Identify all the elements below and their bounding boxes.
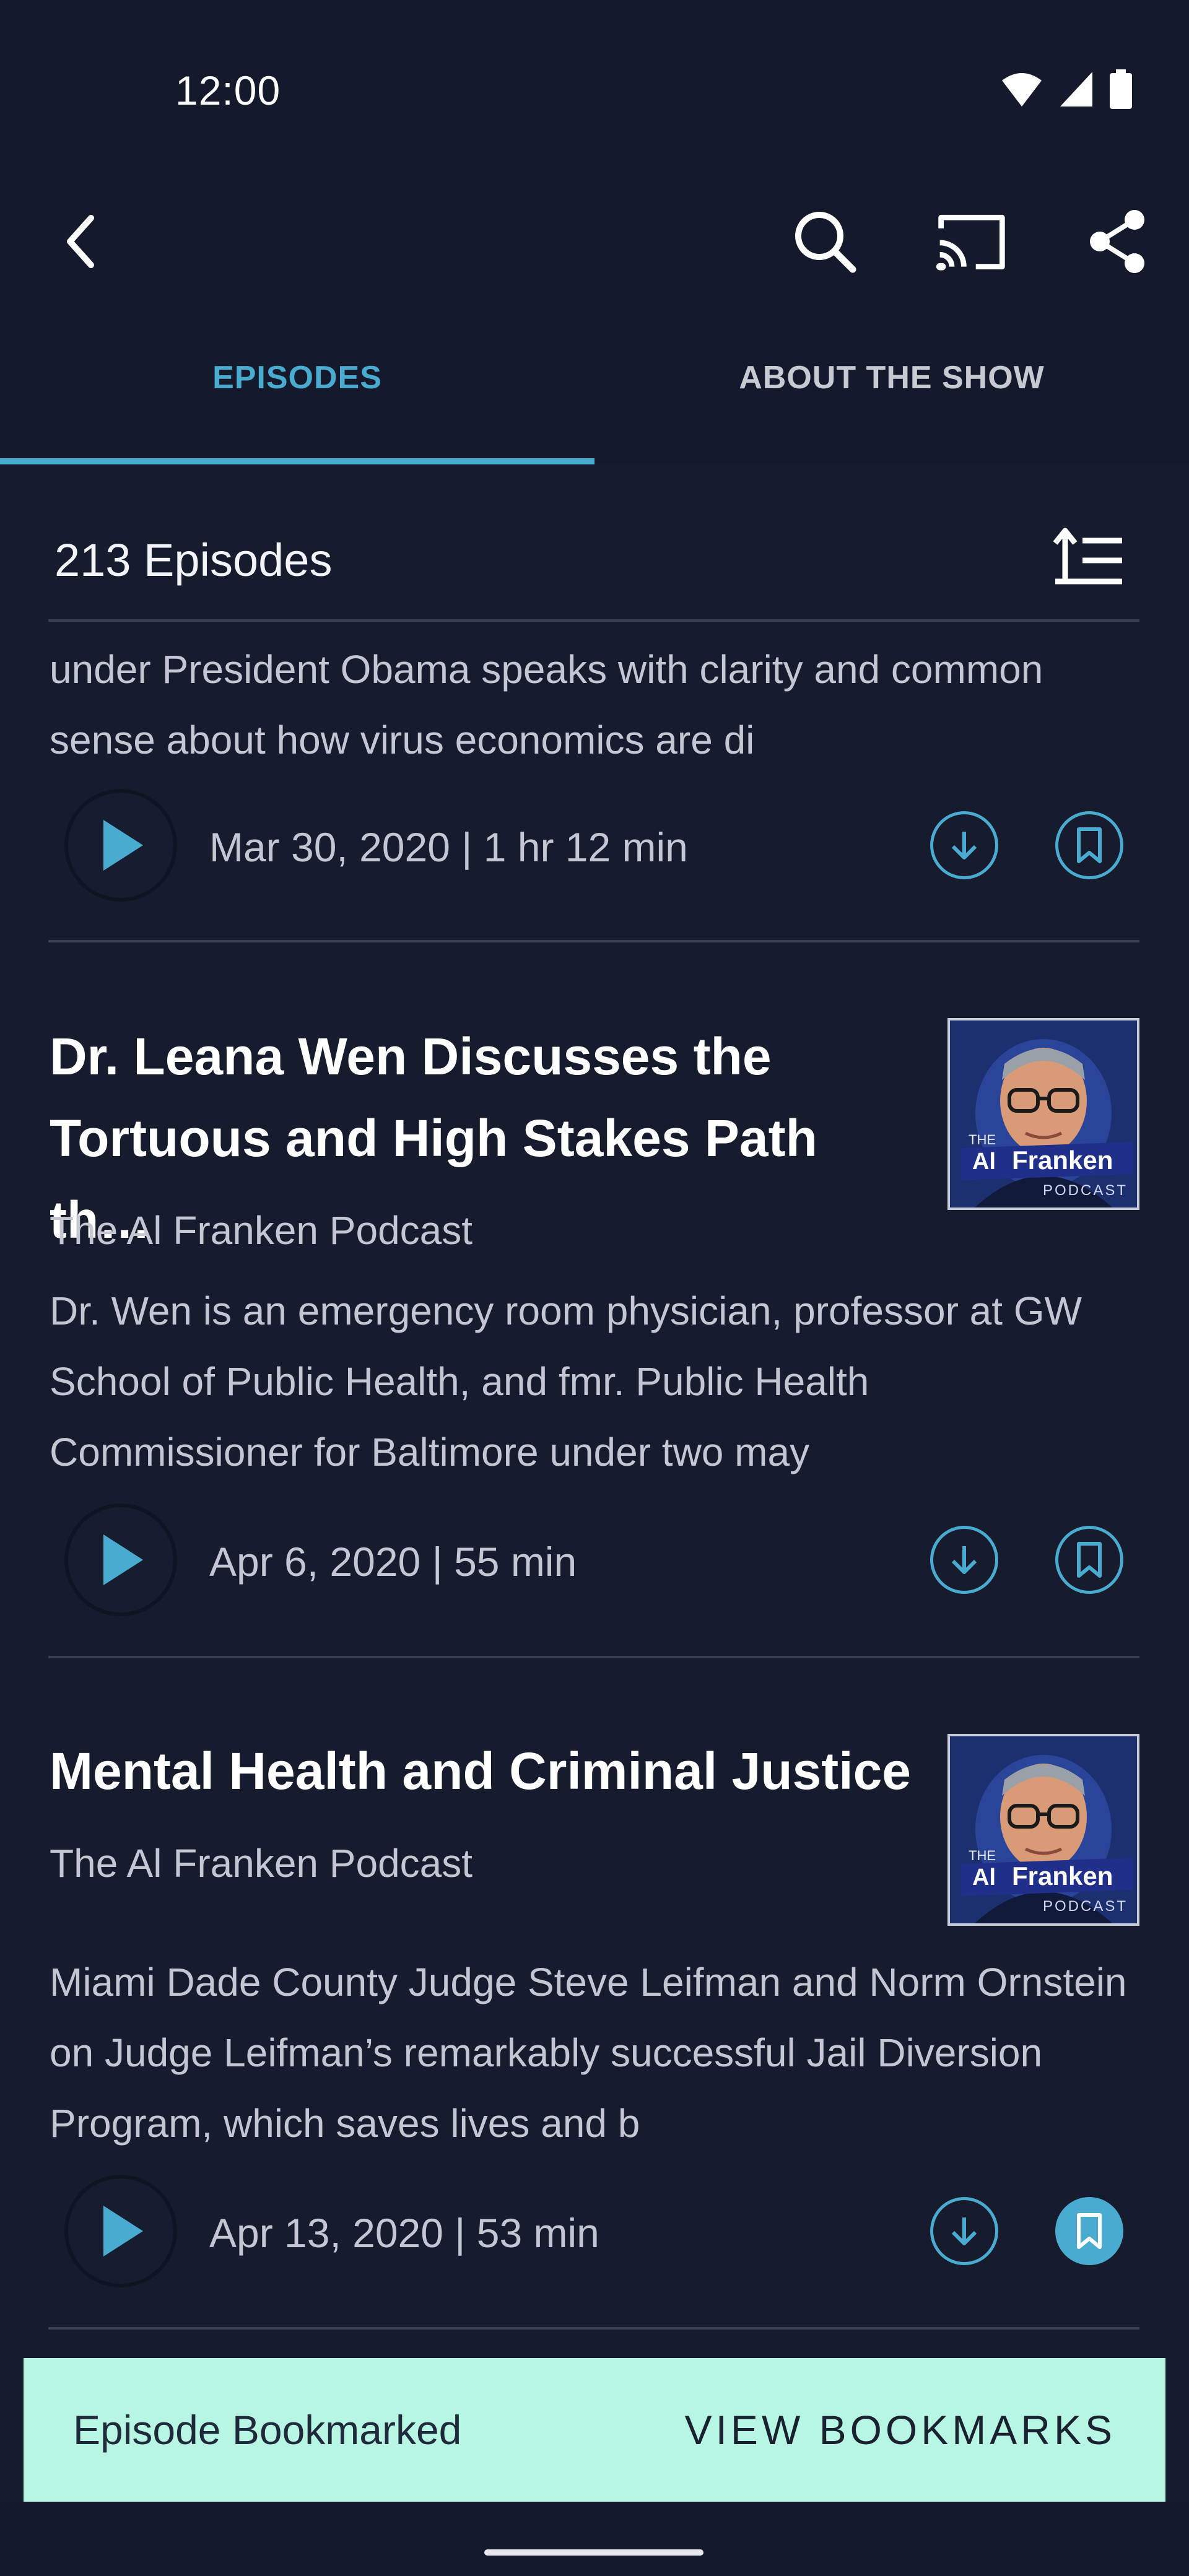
- play-icon: [103, 1534, 143, 1585]
- sort-icon: [1053, 528, 1122, 585]
- play-button[interactable]: [64, 1503, 177, 1616]
- battery-icon: [1110, 69, 1132, 109]
- artwork-label-al: Al: [972, 1149, 996, 1175]
- download-button[interactable]: [930, 2197, 998, 2265]
- download-icon: [951, 1546, 977, 1574]
- episode-count: 213 Episodes: [54, 534, 333, 586]
- snackbar-message: Episode Bookmarked: [73, 2407, 462, 2453]
- episode-description: Dr. Wen is an emergency room physician, …: [50, 1289, 1082, 1474]
- toolbar: [0, 180, 1189, 291]
- episode-meta: Apr 13, 2020 | 53 min: [209, 2210, 599, 2256]
- tab-bar: EPISODES ABOUT THE SHOW: [0, 291, 1189, 464]
- cellular-signal-icon: [1060, 72, 1092, 107]
- snackbar: Episode Bookmarked VIEW BOOKMARKS: [24, 2358, 1165, 2502]
- sort-button[interactable]: [1045, 520, 1132, 594]
- download-icon: [951, 2217, 977, 2245]
- status-icons: [1001, 69, 1132, 109]
- status-bar: 12:00: [0, 0, 1189, 180]
- back-button[interactable]: [45, 204, 119, 279]
- artwork-label-podcast: PODCAST: [1043, 1182, 1128, 1199]
- divider: [48, 940, 1139, 942]
- episode-show-name: The Al Franken Podcast: [50, 1208, 473, 1253]
- navigation-bar: [0, 2502, 1189, 2576]
- download-button[interactable]: [930, 811, 998, 879]
- episode-description: under President Obama speaks with clarit…: [50, 647, 1043, 762]
- search-icon: [795, 212, 856, 273]
- cast-button[interactable]: [934, 204, 1008, 279]
- status-time: 12:00: [175, 67, 281, 113]
- share-icon: [1090, 210, 1144, 273]
- artwork-label-franken: Franken: [1012, 1146, 1113, 1175]
- back-arrow-icon: [67, 215, 94, 268]
- bookmark-icon: [1077, 2213, 1102, 2249]
- divider: [48, 1656, 1139, 1658]
- episode-title: Mental Health and Criminal Justice: [50, 1742, 912, 1800]
- bookmark-button[interactable]: [1055, 811, 1123, 879]
- bookmark-icon: [1077, 827, 1102, 863]
- episodes-header: 213 Episodes: [0, 464, 1189, 619]
- bookmark-button[interactable]: [1055, 1526, 1123, 1594]
- divider: [48, 2327, 1139, 2330]
- play-icon: [103, 820, 143, 871]
- episode-meta: Mar 30, 2020 | 1 hr 12 min: [209, 824, 688, 870]
- view-bookmarks-button[interactable]: VIEW BOOKMARKS: [685, 2358, 1116, 2502]
- play-icon: [103, 2206, 143, 2256]
- home-gesture-handle[interactable]: [484, 2549, 703, 2556]
- podcast-artwork: THE Al Franken PODCAST: [947, 1734, 1139, 1926]
- bookmark-button-active[interactable]: [1055, 2197, 1123, 2265]
- tab-episodes[interactable]: EPISODES: [0, 291, 594, 464]
- play-button[interactable]: [64, 789, 177, 902]
- artwork-label-franken: Franken: [1012, 1861, 1113, 1891]
- download-button[interactable]: [930, 1526, 998, 1594]
- episode-show-name: The Al Franken Podcast: [50, 1841, 473, 1886]
- cast-icon: [936, 214, 1005, 271]
- share-button[interactable]: [1080, 204, 1154, 279]
- podcast-episodes-screen: 12:00 EPISODES ABOUT THE SHOW 213 Episod…: [0, 0, 1189, 2576]
- podcast-artwork: THE Al Franken PODCAST: [947, 1018, 1139, 1210]
- tab-about-the-show[interactable]: ABOUT THE SHOW: [594, 291, 1189, 464]
- divider: [48, 619, 1139, 622]
- episode-meta: Apr 6, 2020 | 55 min: [209, 1539, 577, 1585]
- bookmark-icon: [1077, 1542, 1102, 1578]
- play-button[interactable]: [64, 2175, 177, 2287]
- artwork-label-al: Al: [972, 1865, 996, 1891]
- artwork-label-the: THE: [969, 1848, 996, 1863]
- wifi-icon: [1002, 73, 1042, 107]
- artwork-label-podcast: PODCAST: [1043, 1898, 1128, 1915]
- download-icon: [951, 832, 977, 859]
- search-button[interactable]: [788, 204, 862, 279]
- tab-indicator: [0, 458, 594, 464]
- episode-description: Miami Dade County Judge Steve Leifman an…: [50, 1960, 1127, 2146]
- artwork-label-the: THE: [969, 1132, 996, 1147]
